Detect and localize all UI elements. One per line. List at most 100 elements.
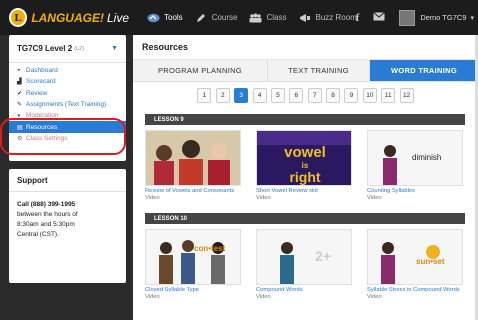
check-icon: ✔ (17, 90, 23, 97)
sidebar-item-dashboard[interactable]: ◓ Dashboard (9, 65, 126, 76)
support-line: 8:30am and 5:30pm (17, 221, 75, 228)
logo-badge: L (9, 8, 28, 27)
course-title: TG7C9 Level 2 (17, 44, 73, 53)
nav-label-class: Class (266, 13, 287, 22)
sidebar-item-label: Scorecard (26, 78, 56, 86)
sidebar-item-label: Review (26, 89, 48, 97)
support-panel: Support Call (888) 399-1995 between the … (9, 169, 126, 283)
user-name[interactable]: Demo TG7C9 (420, 13, 466, 22)
sidebar: TG7C9 Level 2 (L2) ▼ ◓ Dashboard ▟ Score… (9, 35, 126, 320)
mail-icon[interactable] (373, 11, 386, 24)
lesson-header: LESSON 9 (145, 114, 465, 125)
support-phone: Call (888) 399-1995 (17, 201, 76, 208)
logo-suffix: Live (106, 10, 129, 25)
video-type: Video (145, 293, 160, 300)
lesson-header: LESSON 10 (145, 213, 465, 224)
nav-label-course: Course (211, 13, 238, 22)
lesson-section: LESSON 10 con•test Closed Syllable Type … (133, 213, 478, 300)
chevron-down-icon[interactable]: ▼ (111, 45, 118, 52)
page-button[interactable]: 1 (197, 88, 212, 103)
video-type: Video (367, 194, 382, 201)
video-title[interactable]: Review of Vowels and Consonants (145, 188, 241, 195)
sidebar-item-review[interactable]: ✔ Review (9, 88, 126, 99)
video-type: Video (367, 293, 382, 300)
page-button[interactable]: 10 (362, 88, 377, 103)
support-line: Central (CST). (17, 231, 59, 238)
nav-item-class[interactable]: Class (249, 12, 287, 23)
pagination: 1 2 3 4 5 6 7 8 9 10 11 12 (133, 88, 478, 105)
dashboard-icon: ◓ (17, 67, 21, 74)
app-logo[interactable]: L LANGUAGE! Live (9, 8, 129, 27)
resources-highlight-annotation (0, 118, 126, 155)
video-card[interactable]: con•test Closed Syllable Type Video (145, 229, 241, 300)
main-content: Resources PROGRAM PLANNING TEXT TRAINING… (133, 35, 478, 320)
chevron-down-icon[interactable]: ▾ (470, 14, 474, 22)
nav-item-tools[interactable]: Tools (147, 12, 183, 23)
video-card[interactable]: sun•set Syllable Stress in Compound Word… (367, 229, 463, 300)
thumb-text-vowel: vowel (284, 144, 326, 161)
video-thumbnail[interactable]: sun•set (367, 229, 463, 285)
thumb-word: diminish (412, 153, 442, 162)
page-button[interactable]: 3 (234, 88, 249, 103)
support-text: Call (888) 399-1995 between the hours of… (9, 192, 126, 248)
video-card[interactable]: vowel is right Short Vowel Review skit V… (256, 130, 352, 201)
video-thumbnail[interactable]: 2+ (256, 229, 352, 285)
page-button[interactable]: 4 (252, 88, 267, 103)
logo-name: LANGUAGE! (31, 10, 104, 25)
video-thumbnail[interactable] (145, 130, 241, 186)
page-button[interactable]: 8 (326, 88, 341, 103)
sidebar-item-assignments[interactable]: ✎ Assignments (Text Training) (9, 99, 126, 110)
video-card[interactable]: 2+ Compound Words Video (256, 229, 352, 300)
nav-right-group: f Demo TG7C9 ▾ (356, 0, 478, 35)
video-type: Video (256, 293, 271, 300)
avatar[interactable] (399, 9, 416, 26)
nav-item-course[interactable]: Course (195, 12, 238, 23)
thumb-word: sun•set (416, 257, 445, 266)
page-button[interactable]: 5 (270, 88, 285, 103)
pencil-icon: ✎ (17, 102, 23, 109)
sidebar-item-label: Dashboard (26, 67, 58, 75)
sidebar-item-label: Assignments (Text Training) (26, 101, 107, 109)
facebook-icon[interactable]: f (356, 12, 360, 24)
tab-word-training[interactable]: WORD TRAINING (370, 60, 478, 81)
page-button[interactable]: 2 (215, 88, 230, 103)
video-list: con•test Closed Syllable Type Video 2+ C… (145, 229, 478, 300)
video-card[interactable]: diminish Counting Syllables Video (367, 130, 463, 201)
nav-label-buzz-room: Buzz Room (315, 13, 357, 22)
resource-tabs: PROGRAM PLANNING TEXT TRAINING WORD TRAI… (133, 60, 478, 82)
nav-label-tools: Tools (164, 13, 183, 22)
course-level: (L2) (74, 45, 84, 52)
video-thumbnail[interactable]: vowel is right (256, 130, 352, 186)
video-type: Video (256, 194, 271, 201)
support-title: Support (9, 169, 126, 192)
video-list: Review of Vowels and Consonants Video vo… (145, 130, 478, 201)
page-button[interactable]: 12 (399, 88, 414, 103)
top-navbar: L LANGUAGE! Live Tools Course Class Buzz… (0, 0, 478, 35)
video-thumbnail[interactable]: con•test (145, 229, 241, 285)
lesson-section: LESSON 9 Review of Vowels and Consonants… (133, 114, 478, 201)
thumb-word: con•test (194, 244, 226, 253)
nav-item-buzz-room[interactable]: Buzz Room (299, 12, 357, 23)
sidebar-item-scorecard[interactable]: ▟ Scorecard (9, 76, 126, 87)
video-card[interactable]: Review of Vowels and Consonants Video (145, 130, 241, 201)
page-button[interactable]: 9 (344, 88, 359, 103)
tab-program-planning[interactable]: PROGRAM PLANNING (133, 60, 268, 81)
tools-icon (147, 12, 160, 23)
thumb-text-right: right (289, 169, 320, 185)
course-selector[interactable]: TG7C9 Level 2 (L2) ▼ (9, 35, 126, 63)
scorecard-icon: ▟ (17, 79, 22, 86)
page-title: Resources (133, 35, 478, 60)
tab-text-training[interactable]: TEXT TRAINING (268, 60, 370, 81)
page-button[interactable]: 7 (307, 88, 322, 103)
class-icon (249, 12, 262, 23)
thumb-word: 2+ (315, 248, 331, 264)
pencil-icon (195, 12, 208, 23)
video-title[interactable]: Syllable Stress in Compound Words (367, 287, 463, 294)
support-line: between the hours of (17, 211, 78, 218)
page-button[interactable]: 6 (289, 88, 304, 103)
video-type: Video (145, 194, 160, 201)
page-button[interactable]: 11 (381, 88, 396, 103)
video-thumbnail[interactable]: diminish (367, 130, 463, 186)
main-nav: Tools Course Class Buzz Room (147, 12, 369, 23)
megaphone-icon (299, 12, 312, 23)
